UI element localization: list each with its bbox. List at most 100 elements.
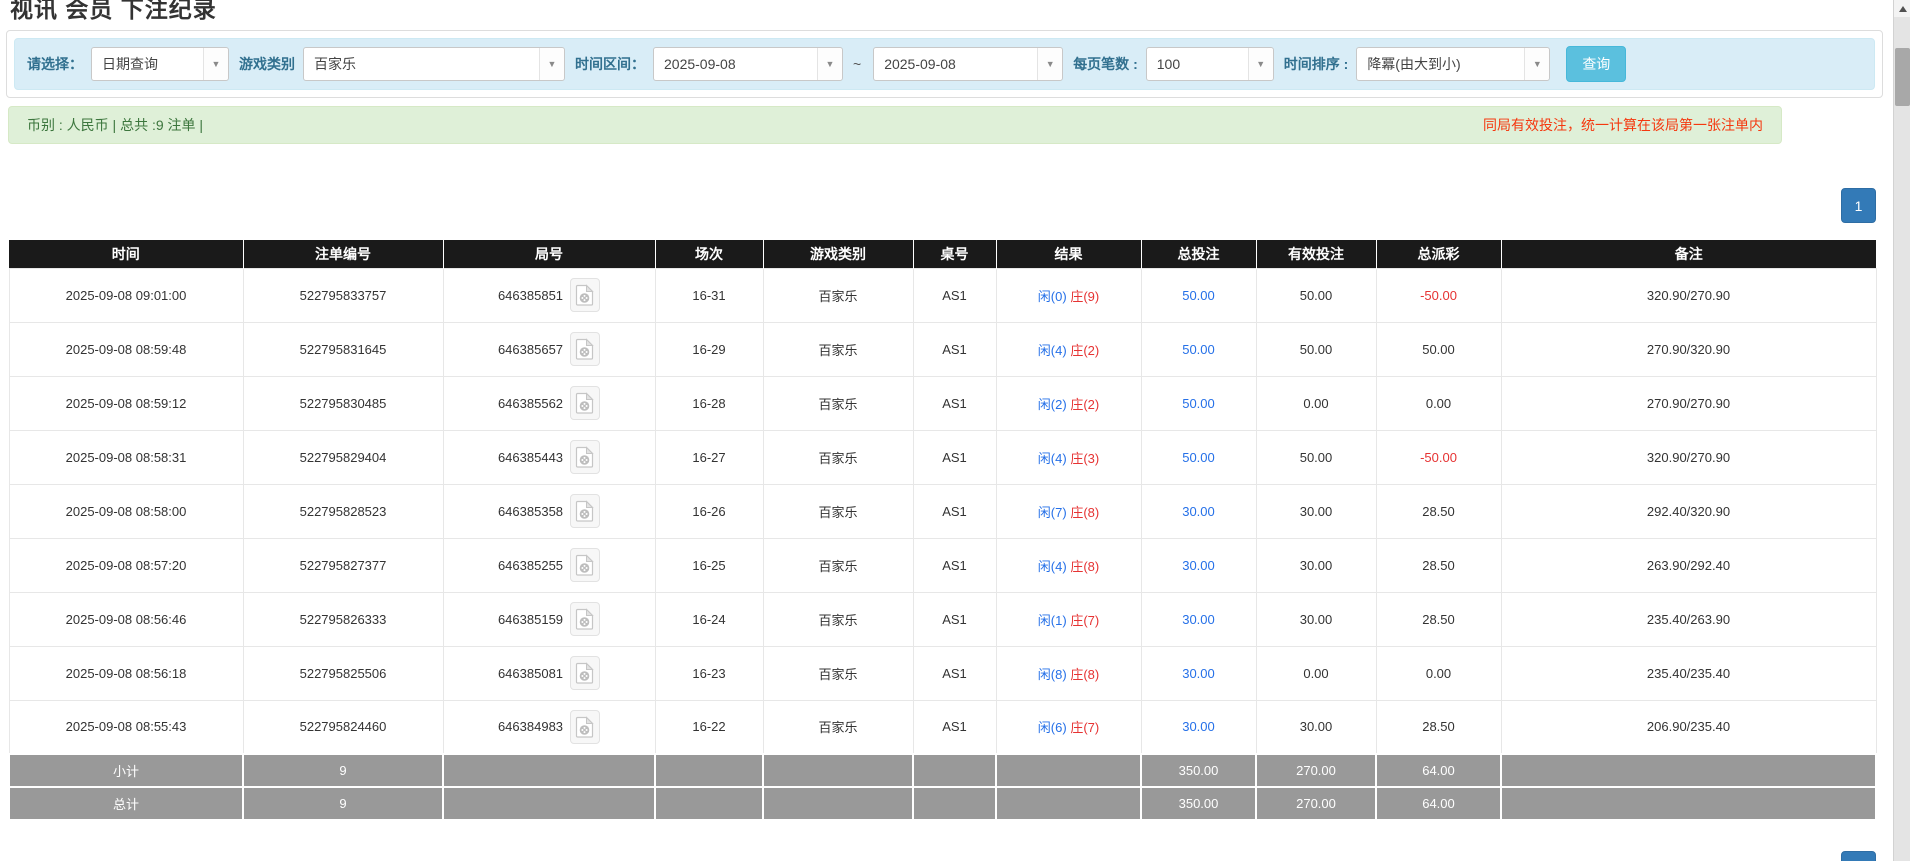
cell-total-bet: 50.00 — [1141, 322, 1256, 376]
round-number: 646385081 — [498, 666, 563, 681]
cell-total-bet: 30.00 — [1141, 484, 1256, 538]
table-header-row: 时间 注单编号 局号 场次 游戏类别 桌号 结果 总投注 有效投注 总派彩 备注 — [9, 240, 1876, 268]
result-player: 闲(4) — [1038, 343, 1067, 358]
total-bet-link[interactable]: 50.00 — [1182, 342, 1215, 357]
video-replay-button[interactable] — [570, 602, 600, 636]
total-bet-link[interactable]: 30.00 — [1182, 504, 1215, 519]
header-table-no: 桌号 — [913, 240, 996, 268]
cell-payout: 0.00 — [1376, 646, 1501, 700]
header-valid-bet: 有效投注 — [1256, 240, 1376, 268]
cell-remark: 320.90/270.90 — [1501, 268, 1876, 322]
result-banker: 庄(8) — [1070, 559, 1099, 574]
total-bet-link[interactable]: 50.00 — [1182, 288, 1215, 303]
total-valid-bet: 270.00 — [1256, 787, 1376, 820]
cell-table-no: AS1 — [913, 484, 996, 538]
page-size-select[interactable]: 100 ▼ — [1146, 47, 1274, 81]
time-sort-select[interactable]: 降冪(由大到小) ▼ — [1356, 47, 1550, 81]
query-type-value: 日期查询 — [92, 48, 203, 80]
cell-result: 闲(8) 庄(8) — [996, 646, 1141, 700]
result-banker: 庄(7) — [1070, 720, 1099, 735]
result-player: 闲(4) — [1038, 559, 1067, 574]
query-type-select[interactable]: 日期查询 ▼ — [91, 47, 229, 81]
cell-round-no: 646385562 — [443, 376, 655, 430]
table-row: 2025-09-08 08:56:46 522795826333 6463851… — [9, 592, 1876, 646]
game-type-label: 游戏类别 — [239, 54, 295, 74]
video-replay-button[interactable] — [570, 656, 600, 690]
video-replay-button[interactable] — [570, 494, 600, 528]
total-label: 总计 — [9, 787, 243, 820]
table-row: 2025-09-08 08:57:20 522795827377 6463852… — [9, 538, 1876, 592]
header-session: 场次 — [655, 240, 763, 268]
total-bet-link[interactable]: 30.00 — [1182, 666, 1215, 681]
cell-payout: 28.50 — [1376, 538, 1501, 592]
total-bet-link[interactable]: 30.00 — [1182, 612, 1215, 627]
cell-bet-no: 522795824460 — [243, 700, 443, 754]
time-sort-label: 时间排序 : — [1284, 54, 1349, 74]
cell-session: 16-29 — [655, 322, 763, 376]
cell-session: 16-31 — [655, 268, 763, 322]
cell-round-no: 646385443 — [443, 430, 655, 484]
chevron-down-icon: ▼ — [1524, 48, 1549, 80]
cell-bet-no: 522795833757 — [243, 268, 443, 322]
scroll-up-arrow-icon — [1899, 6, 1907, 12]
result-banker: 庄(8) — [1070, 505, 1099, 520]
result-player: 闲(8) — [1038, 667, 1067, 682]
cell-total-bet: 30.00 — [1141, 538, 1256, 592]
cell-payout: 0.00 — [1376, 376, 1501, 430]
pagination-page-1-top[interactable]: 1 — [1841, 188, 1876, 223]
cell-time: 2025-09-08 08:58:31 — [9, 430, 243, 484]
round-number: 646385159 — [498, 612, 563, 627]
total-bet-link[interactable]: 30.00 — [1182, 558, 1215, 573]
date-to-select[interactable]: 2025-09-08 ▼ — [873, 47, 1063, 81]
video-replay-button[interactable] — [570, 440, 600, 474]
cell-valid-bet: 30.00 — [1256, 592, 1376, 646]
cell-table-no: AS1 — [913, 646, 996, 700]
total-bet-link[interactable]: 50.00 — [1182, 450, 1215, 465]
video-replay-button[interactable] — [570, 548, 600, 582]
cell-bet-no: 522795831645 — [243, 322, 443, 376]
cell-payout: 28.50 — [1376, 700, 1501, 754]
video-replay-button[interactable] — [570, 386, 600, 420]
cell-remark: 263.90/292.40 — [1501, 538, 1876, 592]
total-bet-link[interactable]: 30.00 — [1182, 719, 1215, 734]
date-range-tilde: ~ — [853, 56, 861, 72]
cell-game-type: 百家乐 — [763, 268, 913, 322]
cell-remark: 270.90/320.90 — [1501, 322, 1876, 376]
vertical-scrollbar[interactable] — [1893, 0, 1910, 861]
scroll-up-button[interactable] — [1894, 0, 1910, 17]
date-from-select[interactable]: 2025-09-08 ▼ — [653, 47, 843, 81]
total-bet-link[interactable]: 50.00 — [1182, 396, 1215, 411]
video-replay-button[interactable] — [570, 710, 600, 744]
cell-bet-no: 522795828523 — [243, 484, 443, 538]
filter-bar: 请选择： 日期查询 ▼ 游戏类别 百家乐 ▼ 时间区间： 2025-09-08 … — [14, 38, 1875, 90]
game-type-value: 百家乐 — [304, 48, 539, 80]
cell-table-no: AS1 — [913, 268, 996, 322]
cell-table-no: AS1 — [913, 592, 996, 646]
pagination-page-1-bottom[interactable]: 1 — [1841, 851, 1876, 861]
scrollbar-thumb[interactable] — [1895, 48, 1910, 106]
header-total-bet: 总投注 — [1141, 240, 1256, 268]
date-from-value: 2025-09-08 — [654, 48, 817, 80]
time-sort-value: 降冪(由大到小) — [1357, 48, 1524, 80]
cell-bet-no: 522795825506 — [243, 646, 443, 700]
cell-round-no: 646385255 — [443, 538, 655, 592]
cell-session: 16-22 — [655, 700, 763, 754]
table-row: 2025-09-08 08:59:12 522795830485 6463855… — [9, 376, 1876, 430]
game-type-select[interactable]: 百家乐 ▼ — [303, 47, 565, 81]
cell-total-bet: 30.00 — [1141, 592, 1256, 646]
cell-game-type: 百家乐 — [763, 538, 913, 592]
cell-total-bet: 50.00 — [1141, 430, 1256, 484]
cell-total-bet: 50.00 — [1141, 268, 1256, 322]
valid-bet-note: 同局有效投注，统一计算在该局第一张注单内 — [1483, 115, 1763, 135]
video-replay-button[interactable] — [570, 332, 600, 366]
query-button[interactable]: 查询 — [1566, 46, 1626, 82]
chevron-down-icon: ▼ — [817, 48, 842, 80]
date-range-label: 时间区间： — [575, 54, 645, 74]
cell-session: 16-24 — [655, 592, 763, 646]
subtotal-count: 9 — [243, 754, 443, 787]
video-replay-button[interactable] — [570, 278, 600, 312]
cell-table-no: AS1 — [913, 700, 996, 754]
video-file-icon — [575, 554, 595, 576]
table-row: 2025-09-08 08:58:00 522795828523 6463853… — [9, 484, 1876, 538]
video-file-icon — [575, 284, 595, 306]
